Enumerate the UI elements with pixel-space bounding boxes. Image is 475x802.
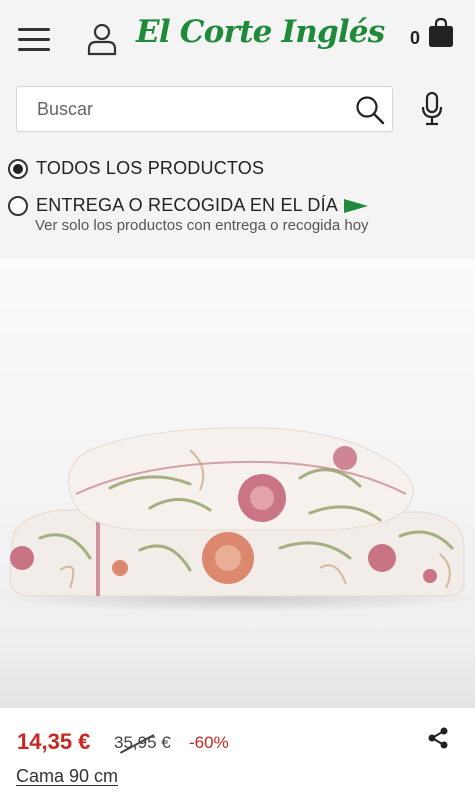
- discount-badge: -60%: [189, 733, 229, 752]
- filter-same-day-subtitle: Ver solo los productos con entrega o rec…: [35, 217, 369, 234]
- green-flag-icon: [344, 198, 369, 213]
- shopping-bag-icon[interactable]: [428, 18, 454, 48]
- microphone-icon[interactable]: [420, 92, 444, 126]
- delivery-filters: TODOS LOS PRODUCTOS ENTREGA O RECOGIDA E…: [0, 148, 475, 244]
- header: El Corte Inglés 0: [0, 0, 475, 76]
- current-price: 14,35 €: [17, 729, 91, 754]
- search-box: [16, 86, 393, 132]
- product-name-link[interactable]: Cama 90 cm: [16, 766, 118, 787]
- duvet-set-illustration: [0, 427, 475, 612]
- filter-same-day[interactable]: ENTREGA O RECOGIDA EN EL DÍA: [8, 195, 369, 216]
- share-icon[interactable]: [427, 727, 449, 749]
- filter-all-products[interactable]: TODOS LOS PRODUCTOS: [8, 158, 264, 179]
- user-icon[interactable]: [86, 22, 118, 56]
- product-image[interactable]: [0, 258, 475, 708]
- filter-same-day-label: ENTREGA O RECOGIDA EN EL DÍA: [36, 195, 339, 215]
- radio-all-products[interactable]: [8, 158, 28, 179]
- search-icon[interactable]: [355, 95, 385, 125]
- radio-same-day[interactable]: [8, 195, 28, 216]
- product-info: 14,35 € 35,95 € -60% Cama 90 cm: [0, 708, 475, 802]
- hamburger-menu-icon[interactable]: [18, 28, 50, 52]
- brand-logo[interactable]: El Corte Inglés: [136, 14, 385, 50]
- filter-all-products-label: TODOS LOS PRODUCTOS: [36, 158, 265, 178]
- original-price: 35,95 €: [114, 733, 171, 754]
- search-input[interactable]: [37, 87, 337, 131]
- cart-count: 0: [410, 28, 421, 48]
